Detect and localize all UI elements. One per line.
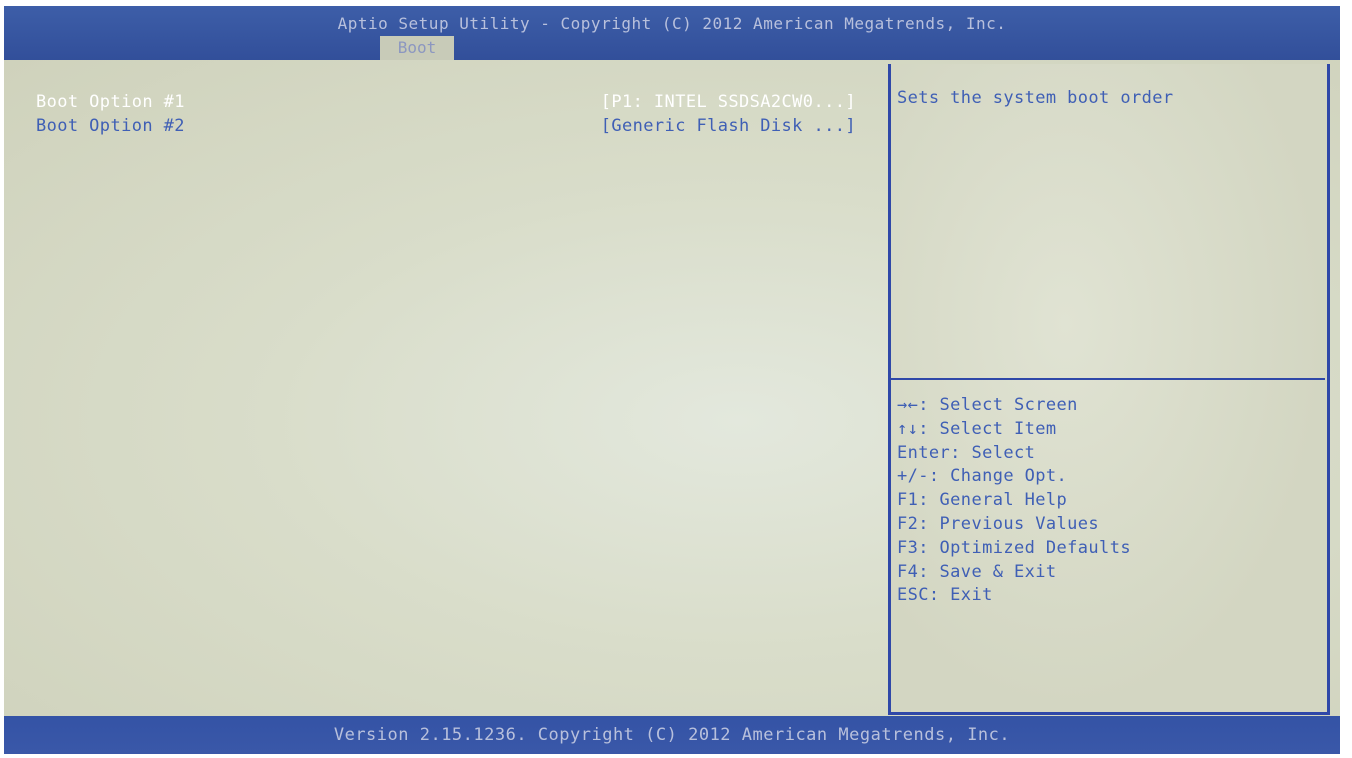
help-divider [891,378,1325,380]
boot-option-1-value[interactable]: [P1: INTEL SSDSA2CW0...] [601,90,856,114]
help-pane-bottom-border [888,712,1330,715]
tab-boot[interactable]: Boot [380,36,454,60]
boot-option-1[interactable]: Boot Option #1 [P1: INTEL SSDSA2CW0...] [36,90,856,114]
key-select-screen: →←: Select Screen [897,395,1078,415]
help-pane: Sets the system boot order →←: Select Sc… [891,64,1327,712]
key-select-item: ↑↓: Select Item [897,418,1057,439]
key-change-opt: +/-: Change Opt. [897,466,1068,487]
boot-option-2[interactable]: Boot Option #2 [Generic Flash Disk ...] [36,114,856,138]
key-previous-values: F2: Previous Values [897,513,1100,534]
boot-option-2-label: Boot Option #2 [36,116,185,136]
main-area: Boot Option #1 [P1: INTEL SSDSA2CW0...] … [4,60,1340,716]
boot-option-1-label: Boot Option #1 [36,92,185,112]
options-pane: Boot Option #1 [P1: INTEL SSDSA2CW0...] … [4,68,886,714]
key-save-exit: F4: Save & Exit [897,561,1057,582]
bios-footer: Version 2.15.1236. Copyright (C) 2012 Am… [4,716,1340,754]
footer-version: Version 2.15.1236. Copyright (C) 2012 Am… [333,725,1011,745]
key-enter-select: Enter: Select [897,442,1036,463]
boot-option-2-value[interactable]: [Generic Flash Disk ...] [601,114,856,138]
key-general-help: F1: General Help [897,490,1068,511]
help-description: Sets the system boot order [897,88,1174,108]
key-legend: →←: Select Screen ↑↓: Select Item Enter:… [897,394,1131,608]
key-esc-exit: ESC: Exit [897,585,993,606]
key-optimized-defaults: F3: Optimized Defaults [897,537,1131,558]
header-title: Aptio Setup Utility - Copyright (C) 2012… [337,14,1007,33]
bios-screen: Aptio Setup Utility - Copyright (C) 2012… [4,6,1340,754]
help-pane-right-border [1327,64,1330,712]
bios-header: Aptio Setup Utility - Copyright (C) 2012… [4,6,1340,60]
